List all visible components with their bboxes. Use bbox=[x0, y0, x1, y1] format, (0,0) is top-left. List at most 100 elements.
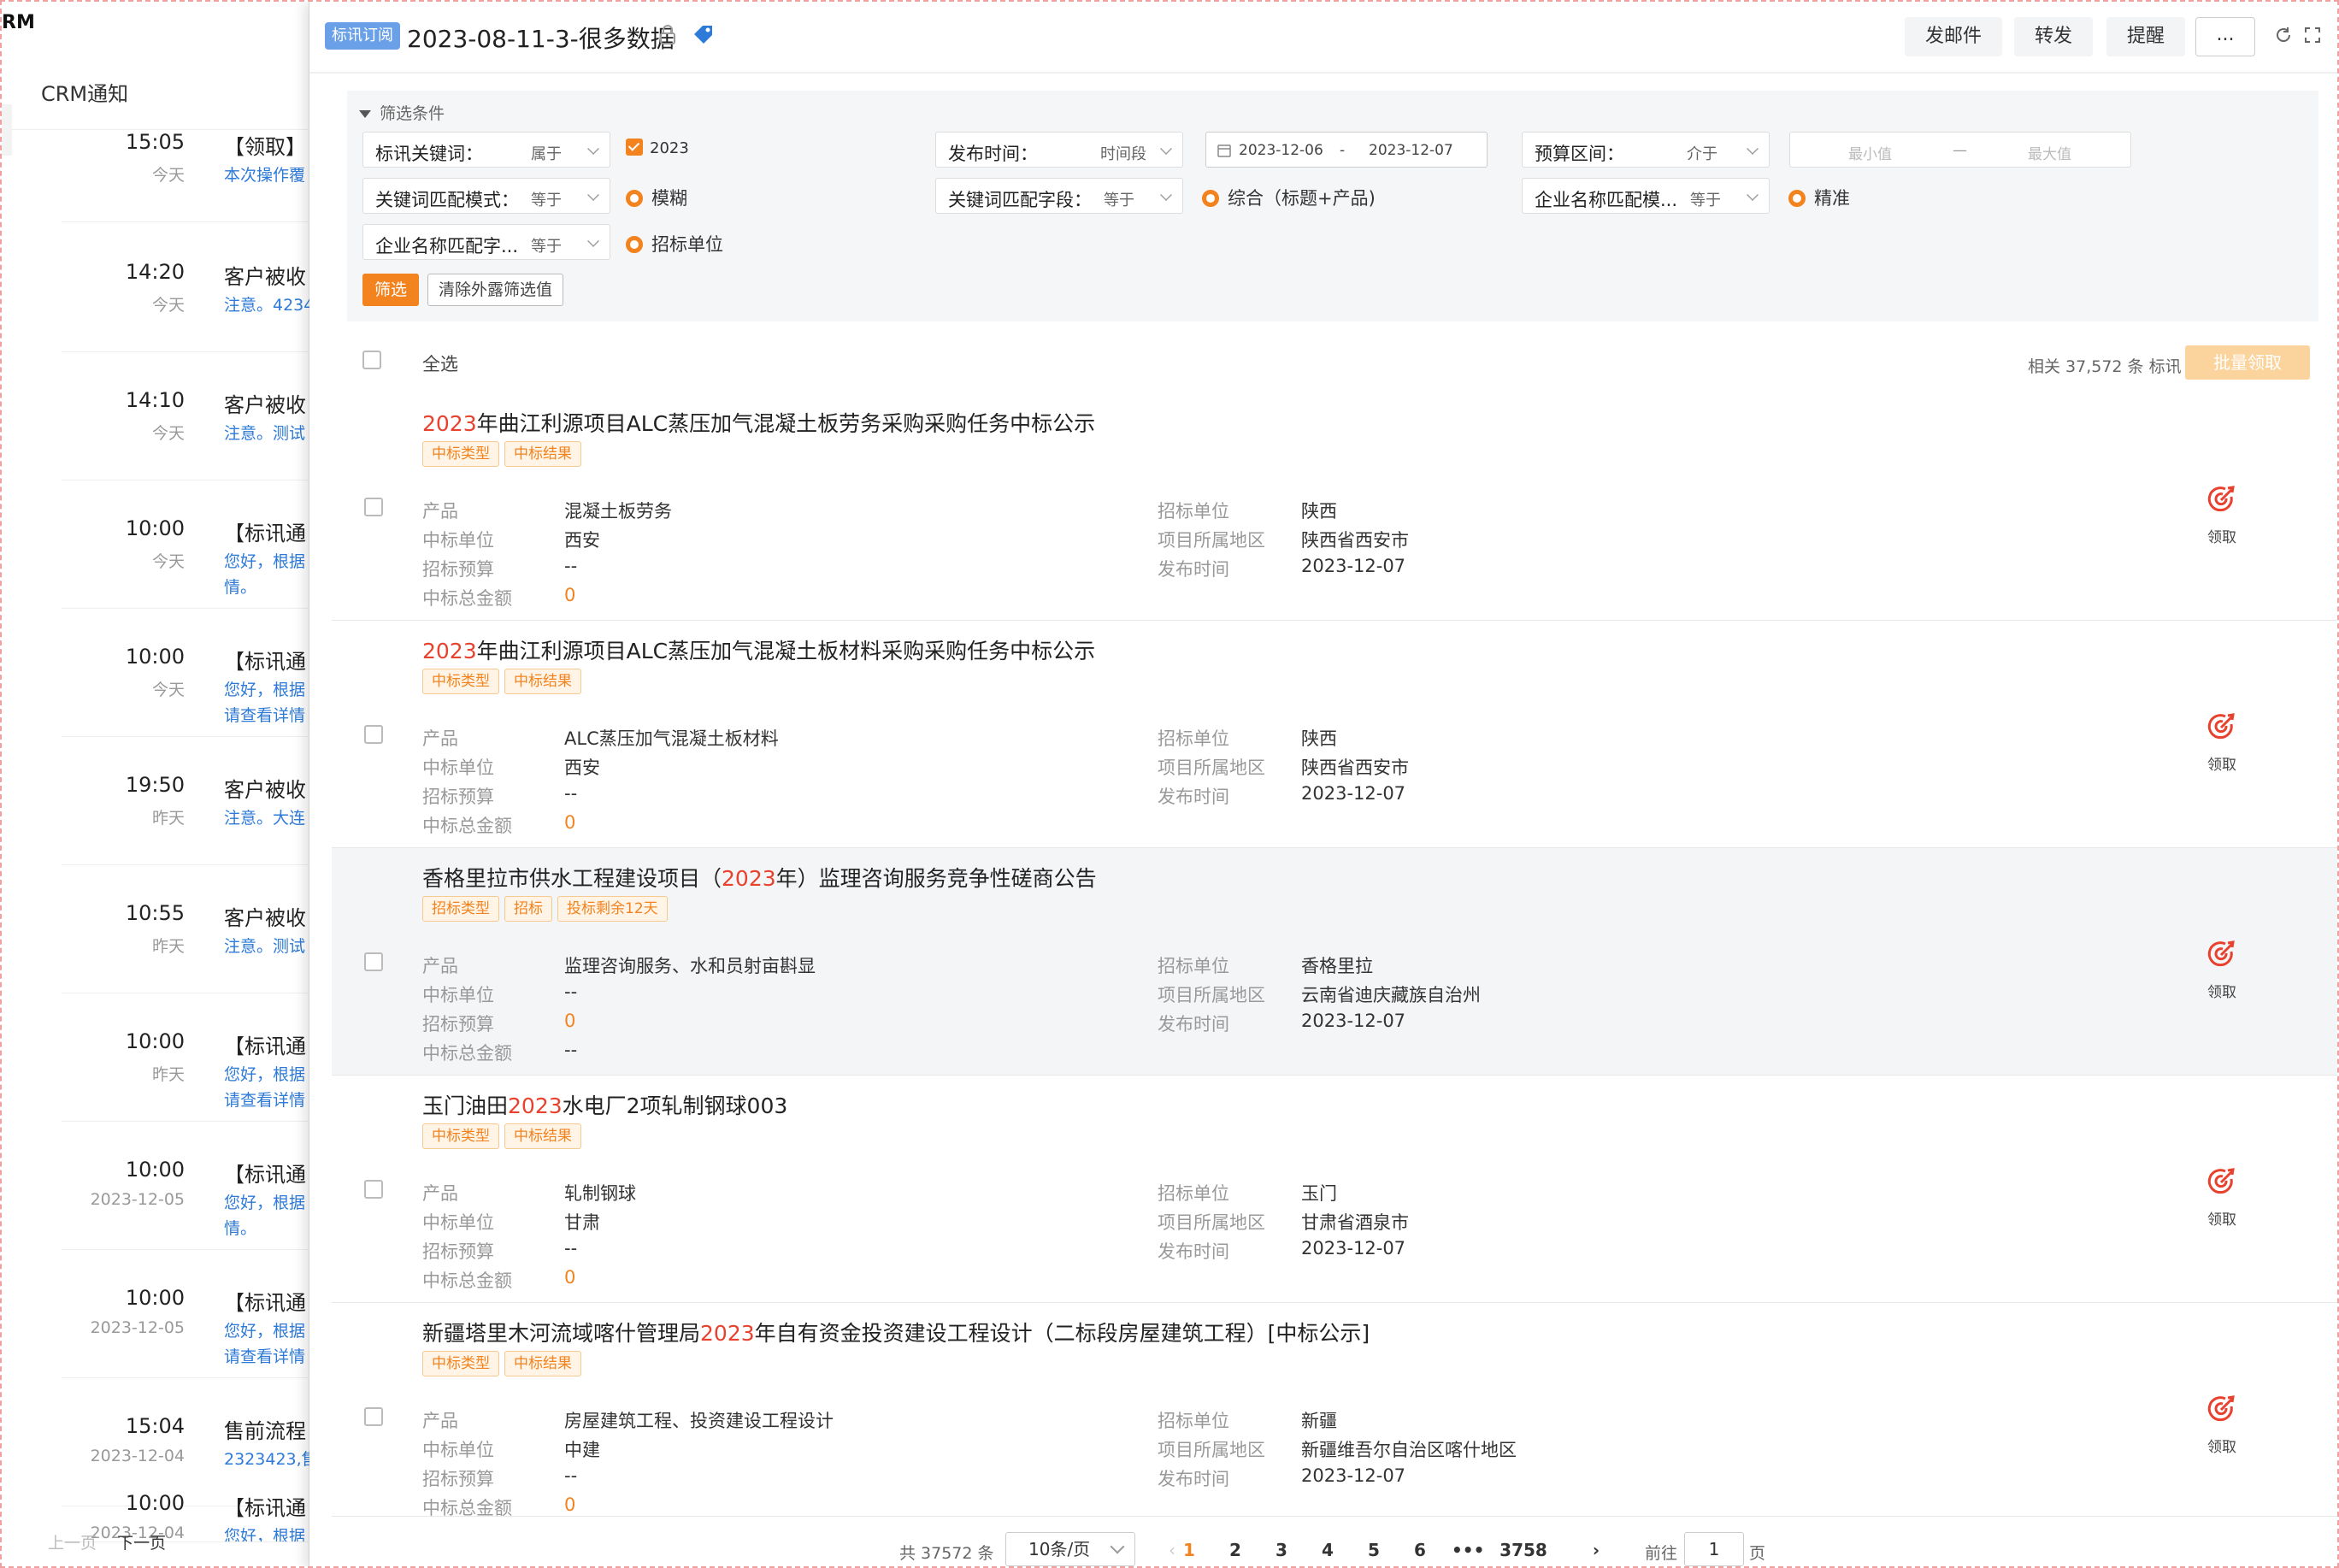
notification-body-link[interactable]: 注意。测试 bbox=[224, 421, 309, 446]
page-number[interactable]: 6 bbox=[1405, 1540, 1435, 1560]
notification-item[interactable]: 10:00 今天 【标讯通 您好，根据请查看详情 bbox=[62, 610, 309, 737]
page-size-select[interactable]: 10条/页 bbox=[1005, 1532, 1135, 1566]
budget-max-input[interactable]: 最大值 bbox=[2028, 142, 2071, 163]
date-end[interactable]: 2023-12-07 bbox=[1369, 142, 1453, 159]
item-title-link[interactable]: 新疆塔里木河流域喀什管理局2023年自有资金投资建设工程设计（二标段房屋建筑工程… bbox=[422, 1317, 1370, 1347]
region-label: 项目所属地区 bbox=[1158, 985, 1265, 1005]
publish-time-filter[interactable]: 发布时间： 时间段 bbox=[935, 132, 1183, 168]
page-number[interactable]: 3758 bbox=[1498, 1540, 1549, 1560]
list-item[interactable]: 新疆塔里木河流域喀什管理局2023年自有资金投资建设工程设计（二标段房屋建筑工程… bbox=[332, 1303, 2337, 1518]
date-start[interactable]: 2023-12-06 bbox=[1239, 142, 1323, 159]
notification-body-link[interactable]: 您好，根据请查看详情 bbox=[224, 677, 309, 728]
notification-body-link[interactable]: 注意。大连 bbox=[224, 805, 309, 831]
notification-item[interactable]: 10:00 今天 【标讯通 您好，根据情。 bbox=[62, 482, 309, 609]
date-range-picker[interactable]: 2023-12-06 - 2023-12-07 bbox=[1205, 132, 1488, 168]
claim-button[interactable]: 领取 bbox=[2192, 711, 2252, 774]
notification-time: 14:20 bbox=[125, 260, 185, 284]
refresh-icon[interactable] bbox=[2274, 26, 2293, 44]
filter-button[interactable]: 筛选 bbox=[362, 274, 420, 306]
claim-button[interactable]: 领取 bbox=[2192, 1394, 2252, 1456]
item-title-post: 年自有资金投资建设工程设计（二标段房屋建筑工程）[中标公示] bbox=[754, 1321, 1370, 1346]
page-number[interactable]: 2 bbox=[1221, 1540, 1250, 1560]
caret-down-icon bbox=[359, 110, 371, 118]
notification-item[interactable]: 10:00 昨天 【标讯通 您好，根据请查看详情 bbox=[62, 995, 309, 1122]
notification-item[interactable]: 10:00 2023-12-05 【标讯通 您好，根据请查看详情 bbox=[62, 1252, 309, 1378]
match-field-filter[interactable]: 关键词匹配字段： 等于 bbox=[935, 178, 1183, 214]
notification-item[interactable]: 14:10 今天 客户被收 注意。测试 bbox=[62, 354, 309, 480]
notification-body-link[interactable]: 注意。4234 bbox=[224, 292, 309, 318]
item-title-post: 年）监理咨询服务竞争性磋商公告 bbox=[775, 866, 1097, 891]
goto-page-input[interactable]: 1 bbox=[1684, 1532, 1744, 1566]
keyword-filter[interactable]: 标讯关键词： 属于 bbox=[362, 132, 610, 168]
budget-value: -- bbox=[564, 1238, 578, 1259]
next-page-button[interactable]: 下一页 bbox=[117, 1534, 166, 1553]
page-number[interactable]: 1 bbox=[1175, 1540, 1204, 1560]
budget-value: -- bbox=[564, 556, 578, 576]
match-mode-filter[interactable]: 关键词匹配模式： 等于 bbox=[362, 178, 610, 214]
label-tag-icon[interactable] bbox=[691, 22, 716, 48]
list-item[interactable]: 2023年曲江利源项目ALC蒸压加气混凝土板材料采购采购任务中标公示 中标类型 中标… bbox=[332, 621, 2337, 848]
item-title-post: 年曲江利源项目ALC蒸压加气混凝土板材料采购采购任务中标公示 bbox=[476, 639, 1096, 663]
more-button[interactable]: ... bbox=[2195, 17, 2255, 56]
publish-time-label: 发布时间 bbox=[1158, 1241, 1229, 1262]
notification-body-link[interactable]: 您好，根据情。 bbox=[224, 1190, 309, 1241]
item-title-link[interactable]: 2023年曲江利源项目ALC蒸压加气混凝土板材料采购采购任务中标公示 bbox=[422, 634, 1095, 665]
budget-filter[interactable]: 预算区间： 介于 bbox=[1522, 132, 1770, 168]
match-mode-option[interactable]: 模糊 bbox=[626, 185, 687, 210]
item-checkbox[interactable] bbox=[364, 1180, 383, 1199]
filter-toggle[interactable]: 筛选条件 bbox=[359, 101, 445, 124]
notification-item[interactable]: 15:05 今天 【领取】 本次操作覆 bbox=[62, 96, 309, 222]
fullscreen-icon[interactable] bbox=[2303, 26, 2322, 44]
item-title-link[interactable]: 2023年曲江利源项目ALC蒸压加气混凝土板劳务采购采购任务中标公示 bbox=[422, 407, 1095, 438]
prev-page-button[interactable]: 上一页 bbox=[48, 1534, 97, 1553]
page-number[interactable]: 3 bbox=[1267, 1540, 1296, 1560]
budget-min-input[interactable]: 最小值 bbox=[1848, 142, 1892, 163]
notification-item[interactable]: 14:20 今天 客户被收 注意。4234 bbox=[62, 226, 309, 352]
page-number[interactable]: 5 bbox=[1359, 1540, 1388, 1560]
item-checkbox[interactable] bbox=[364, 498, 383, 516]
company-field-filter[interactable]: 企业名称匹配字... 等于 bbox=[362, 224, 610, 260]
notification-item[interactable]: 10:55 昨天 客户被收 注意。测试 bbox=[62, 867, 309, 993]
next-page-icon[interactable]: › bbox=[1582, 1540, 1611, 1560]
claim-button[interactable]: 领取 bbox=[2192, 1166, 2252, 1229]
notification-body-link[interactable]: 您好，根据请查看详情 bbox=[224, 1062, 309, 1113]
notification-item[interactable]: 10:00 2023-12-05 【标讯通 您好，根据情。 bbox=[62, 1123, 309, 1250]
tenderer-value: 新疆 bbox=[1301, 1411, 1337, 1431]
item-checkbox[interactable] bbox=[364, 1407, 383, 1426]
notification-body-link[interactable]: 您好，根据查看详情。 bbox=[224, 1524, 309, 1541]
list-item[interactable]: 香格里拉市供水工程建设项目（2023年）监理咨询服务竞争性磋商公告 招标类型 招标投… bbox=[332, 848, 2337, 1076]
keyword-value-checkbox[interactable]: 2023 bbox=[626, 139, 689, 157]
notification-title-text: 售前流程 bbox=[224, 1419, 306, 1443]
item-title-link[interactable]: 玉门油田2023水电厂2项轧制钢球003 bbox=[422, 1089, 787, 1120]
forward-button[interactable]: 转发 bbox=[2014, 17, 2094, 56]
scrollbar[interactable] bbox=[2, 104, 12, 156]
notification-body-link[interactable]: 本次操作覆 bbox=[224, 162, 309, 188]
remind-button[interactable]: 提醒 bbox=[2106, 17, 2186, 56]
company-field-option[interactable]: 招标单位 bbox=[626, 231, 723, 256]
batch-claim-button[interactable]: 批量领取 bbox=[2185, 345, 2310, 380]
item-checkbox[interactable] bbox=[364, 952, 383, 971]
claim-button[interactable]: 领取 bbox=[2192, 939, 2252, 1001]
lock-icon[interactable] bbox=[657, 24, 679, 46]
clear-filters-button[interactable]: 清除外露筛选值 bbox=[427, 274, 564, 306]
item-title-link[interactable]: 香格里拉市供水工程建设项目（2023年）监理咨询服务竞争性磋商公告 bbox=[422, 862, 1097, 893]
send-email-button[interactable]: 发邮件 bbox=[1905, 17, 2003, 56]
page-ellipsis[interactable]: ••• bbox=[1452, 1540, 1484, 1560]
item-checkbox[interactable] bbox=[364, 725, 383, 744]
notification-item[interactable]: 10:002023-12-04【标讯通您好，根据查看详情。 bbox=[62, 1457, 309, 1542]
notification-body-link[interactable]: 您好，根据情。 bbox=[224, 549, 309, 600]
company-mode-filter[interactable]: 企业名称匹配模... 等于 bbox=[1522, 178, 1770, 214]
match-field-option[interactable]: 综合（标题+产品) bbox=[1202, 185, 1376, 210]
notification-body-link[interactable]: 注意。测试 bbox=[224, 934, 309, 959]
notification-item[interactable]: 19:50 昨天 客户被收 注意。大连 bbox=[62, 739, 309, 865]
product-value: 监理咨询服务、水和员射亩斟显 bbox=[564, 956, 816, 976]
page-number[interactable]: 4 bbox=[1313, 1540, 1342, 1560]
notification-title-text: 【领取】 bbox=[224, 135, 306, 159]
list-item[interactable]: 2023年曲江利源项目ALC蒸压加气混凝土板劳务采购采购任务中标公示 中标类型 中标… bbox=[332, 393, 2337, 621]
select-all-checkbox[interactable] bbox=[362, 351, 381, 369]
notification-body-link[interactable]: 您好，根据请查看详情 bbox=[224, 1318, 309, 1370]
claim-button[interactable]: 领取 bbox=[2192, 484, 2252, 546]
chevron-down-icon bbox=[587, 235, 599, 247]
list-item[interactable]: 玉门油田2023水电厂2项轧制钢球003 中标类型 中标结果 产品 轧制钢球 中标单位 甘肃… bbox=[332, 1076, 2337, 1303]
company-mode-option[interactable]: 精准 bbox=[1788, 185, 1850, 210]
